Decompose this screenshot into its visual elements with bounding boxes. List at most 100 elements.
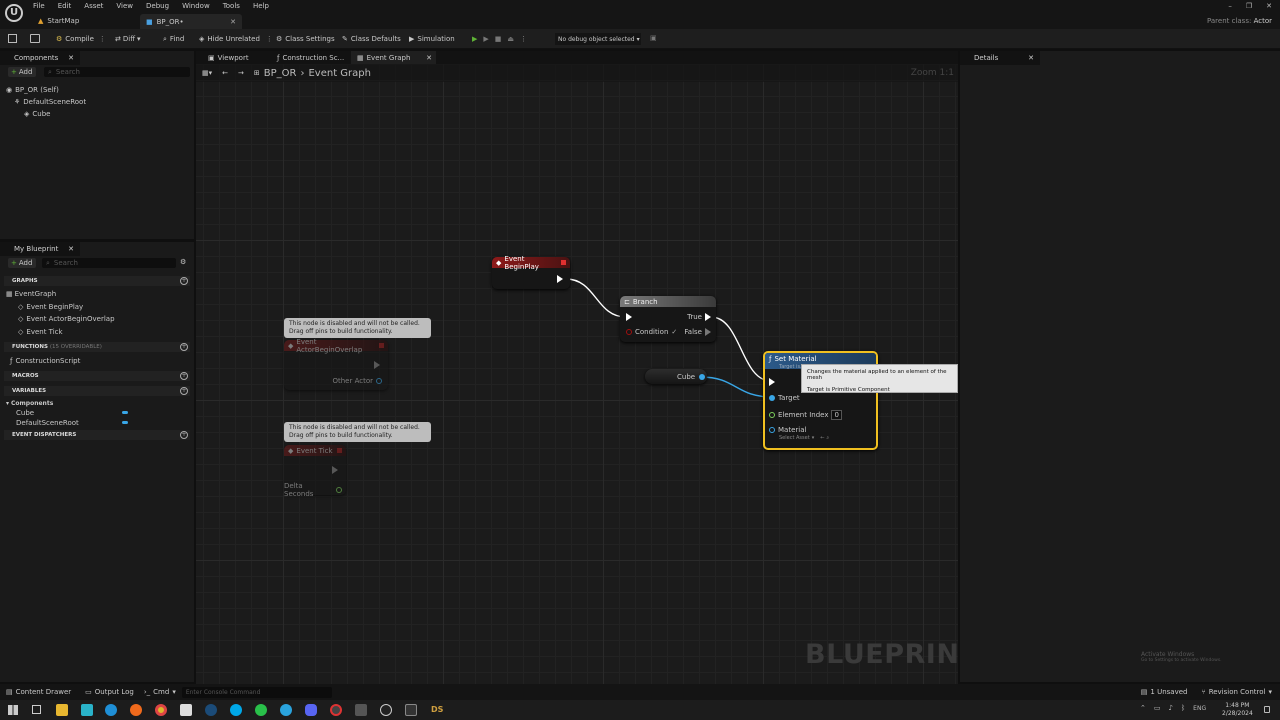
notifications-icon[interactable] xyxy=(1264,706,1270,713)
function-item-constructionscript[interactable]: ƒ ConstructionScript xyxy=(10,356,80,366)
unsaved-indicator[interactable]: ▤ 1 Unsaved xyxy=(1141,688,1188,696)
kebab-icon[interactable]: ⋮ xyxy=(520,35,527,43)
hide-unrelated-button[interactable]: ◈ Hide Unrelated ⋮ xyxy=(199,33,273,45)
console-command-input[interactable]: Enter Console Command xyxy=(181,686,332,698)
steam-icon[interactable] xyxy=(205,704,217,716)
close-tab-icon[interactable]: ✕ xyxy=(426,54,432,62)
play-icon[interactable]: ▶ xyxy=(472,35,477,43)
unreal-taskbar-icon[interactable] xyxy=(380,704,392,716)
chrome-icon[interactable] xyxy=(155,704,167,716)
edge-icon[interactable] xyxy=(105,704,117,716)
details-tab[interactable]: Details ✕ xyxy=(960,51,1040,65)
node-cube-reference[interactable]: Cube xyxy=(645,369,707,384)
find-button[interactable]: ⌕ Find xyxy=(163,33,184,45)
ds-app-label[interactable]: DS xyxy=(431,705,443,714)
simulation-button[interactable]: ▶ Simulation xyxy=(409,33,455,45)
functions-section-header[interactable]: FUNCTIONS (15 OVERRIDABLE) xyxy=(4,342,190,352)
cmd-dropdown[interactable]: ›_ Cmd ▾ xyxy=(144,688,176,696)
exec-out-pin[interactable] xyxy=(332,466,338,474)
graphs-section-header[interactable]: GRAPHS xyxy=(4,276,190,286)
exec-out-pin[interactable] xyxy=(557,275,563,283)
menu-asset[interactable]: Asset xyxy=(84,2,103,10)
node-event-beginplay[interactable]: ◆ Event BeginPlay xyxy=(492,255,570,289)
step-icon[interactable]: ▶ xyxy=(483,35,488,43)
event-item-actorbeginoverlap[interactable]: ◇ Event ActorBeginOverlap xyxy=(18,314,115,324)
debug-filter-icon[interactable]: ▣ xyxy=(650,34,657,42)
event-item-beginplay[interactable]: ◇ Event BeginPlay xyxy=(18,302,83,312)
other-actor-pin[interactable]: Other Actor xyxy=(332,377,382,385)
chevron-up-icon[interactable]: ⌃ xyxy=(1140,704,1146,712)
unity-icon[interactable] xyxy=(180,704,192,716)
tree-item-defaultsceneroot[interactable]: ⚘ DefaultSceneRoot xyxy=(6,96,86,108)
menu-edit[interactable]: Edit xyxy=(58,2,72,10)
blueprint-search-input[interactable]: ⌕ Search xyxy=(42,258,176,268)
revision-control-button[interactable]: ⑂ Revision Control ▾ xyxy=(1201,688,1272,696)
menu-debug[interactable]: Debug xyxy=(146,2,169,10)
skype-icon[interactable] xyxy=(230,704,242,716)
kebab-icon[interactable]: ⋮ xyxy=(99,35,106,43)
browse-icon[interactable] xyxy=(30,34,40,43)
network-icon[interactable]: ▭ xyxy=(1154,704,1161,712)
save-icon[interactable] xyxy=(8,34,17,43)
true-pin[interactable]: True xyxy=(687,313,711,321)
checkbox-icon[interactable]: ✓ xyxy=(671,328,677,336)
file-explorer-icon[interactable] xyxy=(56,704,68,716)
tab-construction-script[interactable]: ƒ Construction Sc... xyxy=(271,51,351,64)
eject-icon[interactable]: ⏏ xyxy=(507,35,514,43)
tab-bp-or[interactable]: ■ BP_OR• ✕ xyxy=(140,14,242,29)
material-pin[interactable]: Material xyxy=(769,426,806,434)
graph-canvas[interactable]: ▦▾ ← → ⊞ BP_OR › Event Graph Zoom 1:1 ◆ … xyxy=(196,64,958,684)
browse-search-icon[interactable]: ⌕ xyxy=(826,435,829,441)
variable-item-cube[interactable]: Cube xyxy=(16,408,128,417)
add-variable-icon[interactable]: + xyxy=(180,387,188,395)
media-icon[interactable] xyxy=(355,704,367,716)
gear-icon[interactable]: ⚙ xyxy=(180,258,186,266)
app-icon[interactable] xyxy=(81,704,93,716)
telegram-icon[interactable] xyxy=(280,704,292,716)
macros-section-header[interactable]: MACROS xyxy=(4,371,190,381)
tab-startmap[interactable]: ▲ StartMap xyxy=(30,14,138,28)
node-event-tick[interactable]: ◆ Event Tick Delta Seconds xyxy=(284,445,346,498)
close-tab-icon[interactable]: ✕ xyxy=(68,245,74,253)
delta-seconds-pin[interactable]: Delta Seconds xyxy=(284,482,342,498)
my-blueprint-tab[interactable]: My Blueprint ✕ xyxy=(0,242,80,256)
close-tab-icon[interactable]: ✕ xyxy=(68,54,74,62)
discord-icon[interactable] xyxy=(305,704,317,716)
add-dispatcher-icon[interactable]: + xyxy=(180,431,188,439)
output-log-button[interactable]: ▭ Output Log xyxy=(85,688,134,696)
components-tab[interactable]: Components ✕ xyxy=(0,51,80,65)
restore-icon[interactable]: ❐ xyxy=(1246,2,1252,10)
whatsapp-icon[interactable] xyxy=(255,704,267,716)
tree-item-self[interactable]: ◉ BP_OR (Self) xyxy=(6,84,86,96)
tree-item-cube[interactable]: ◈ Cube xyxy=(6,108,86,120)
tab-viewport[interactable]: ▣ Viewport xyxy=(196,51,271,64)
target-pin[interactable]: Target xyxy=(769,394,800,402)
menu-file[interactable]: File xyxy=(33,2,45,10)
photoshop-icon[interactable] xyxy=(405,704,417,716)
unreal-logo-icon[interactable]: U xyxy=(5,4,23,22)
add-blueprint-button[interactable]: + Add xyxy=(8,258,36,268)
exec-in-pin[interactable] xyxy=(769,378,775,386)
close-tab-icon[interactable]: ✕ xyxy=(230,18,236,26)
recorder-icon[interactable] xyxy=(330,704,342,716)
delegate-pin-icon[interactable] xyxy=(379,343,384,348)
language-indicator[interactable]: ENG xyxy=(1193,705,1206,712)
menu-help[interactable]: Help xyxy=(253,2,269,10)
condition-pin[interactable]: Condition ✓ xyxy=(626,328,677,336)
element-index-pin[interactable]: Element Index 0 xyxy=(769,410,842,420)
delegate-pin-icon[interactable] xyxy=(337,448,342,453)
event-item-tick[interactable]: ◇ Event Tick xyxy=(18,327,63,337)
components-search-input[interactable]: ⌕ Search xyxy=(44,67,190,77)
diff-button[interactable]: ⇄ Diff ▾ xyxy=(115,33,141,45)
minimize-icon[interactable]: – xyxy=(1228,2,1232,10)
menu-tools[interactable]: Tools xyxy=(223,2,240,10)
close-window-icon[interactable]: ✕ xyxy=(1266,2,1272,10)
exec-out-pin[interactable] xyxy=(374,361,380,369)
variable-item-defaultsceneroot[interactable]: DefaultSceneRoot xyxy=(16,418,128,427)
false-pin[interactable]: False xyxy=(684,328,711,336)
debug-object-select[interactable]: No debug object selected ▾ xyxy=(555,33,641,45)
graph-item-eventgraph[interactable]: ▦ EventGraph xyxy=(6,289,56,299)
dispatchers-section-header[interactable]: EVENT DISPATCHERS xyxy=(4,430,190,440)
browse-arrow-icon[interactable]: ← xyxy=(820,435,824,441)
add-graph-icon[interactable]: + xyxy=(180,277,188,285)
